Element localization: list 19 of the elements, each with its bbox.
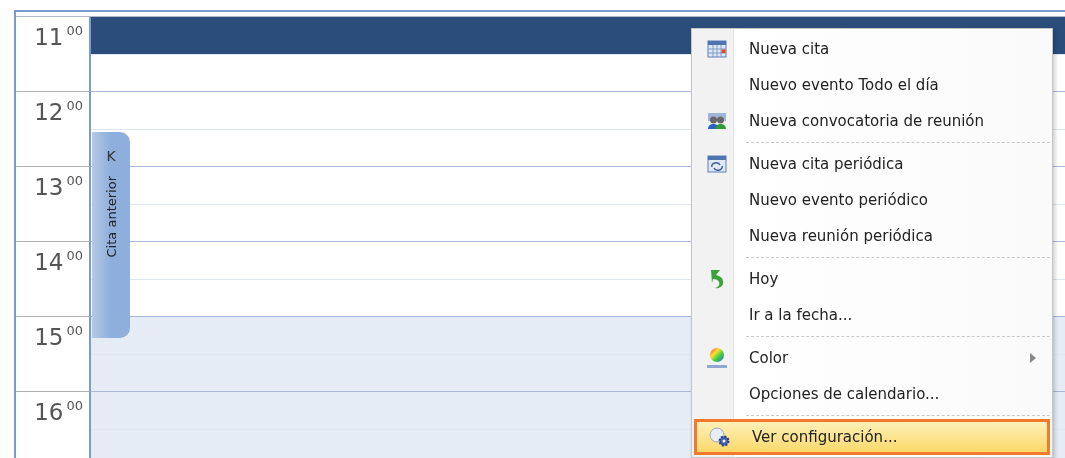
back-arrow-icon bbox=[708, 269, 725, 289]
menu-item[interactable]: Nueva convocatoria de reunión bbox=[694, 103, 1050, 139]
color-wheel-icon bbox=[705, 347, 728, 369]
menu-item[interactable]: Hoy bbox=[694, 261, 1050, 297]
menu-item[interactable]: Ir a la fecha... bbox=[694, 297, 1050, 333]
magnifier-gear-icon bbox=[708, 427, 731, 447]
recurring-calendar-icon bbox=[706, 155, 727, 173]
previous-appointment-tab[interactable]: K Cita anterior bbox=[92, 132, 130, 338]
menu-item[interactable]: Nueva cita bbox=[694, 31, 1050, 67]
menu-item[interactable]: Ver configuración... bbox=[694, 419, 1050, 455]
menu-item[interactable]: Nuevo evento Todo el día bbox=[694, 67, 1050, 103]
calendar-icon bbox=[706, 40, 727, 58]
menu-item[interactable]: Nueva cita periódica bbox=[694, 146, 1050, 182]
people-icon bbox=[706, 112, 727, 130]
menu-item[interactable]: Opciones de calendario... bbox=[694, 376, 1050, 412]
menu-item[interactable]: Color bbox=[694, 340, 1050, 376]
menu-item[interactable]: Nueva reunión periódica bbox=[694, 218, 1050, 254]
menu-item[interactable]: Nuevo evento periódico bbox=[694, 182, 1050, 218]
submenu-arrow-icon bbox=[1030, 353, 1036, 363]
